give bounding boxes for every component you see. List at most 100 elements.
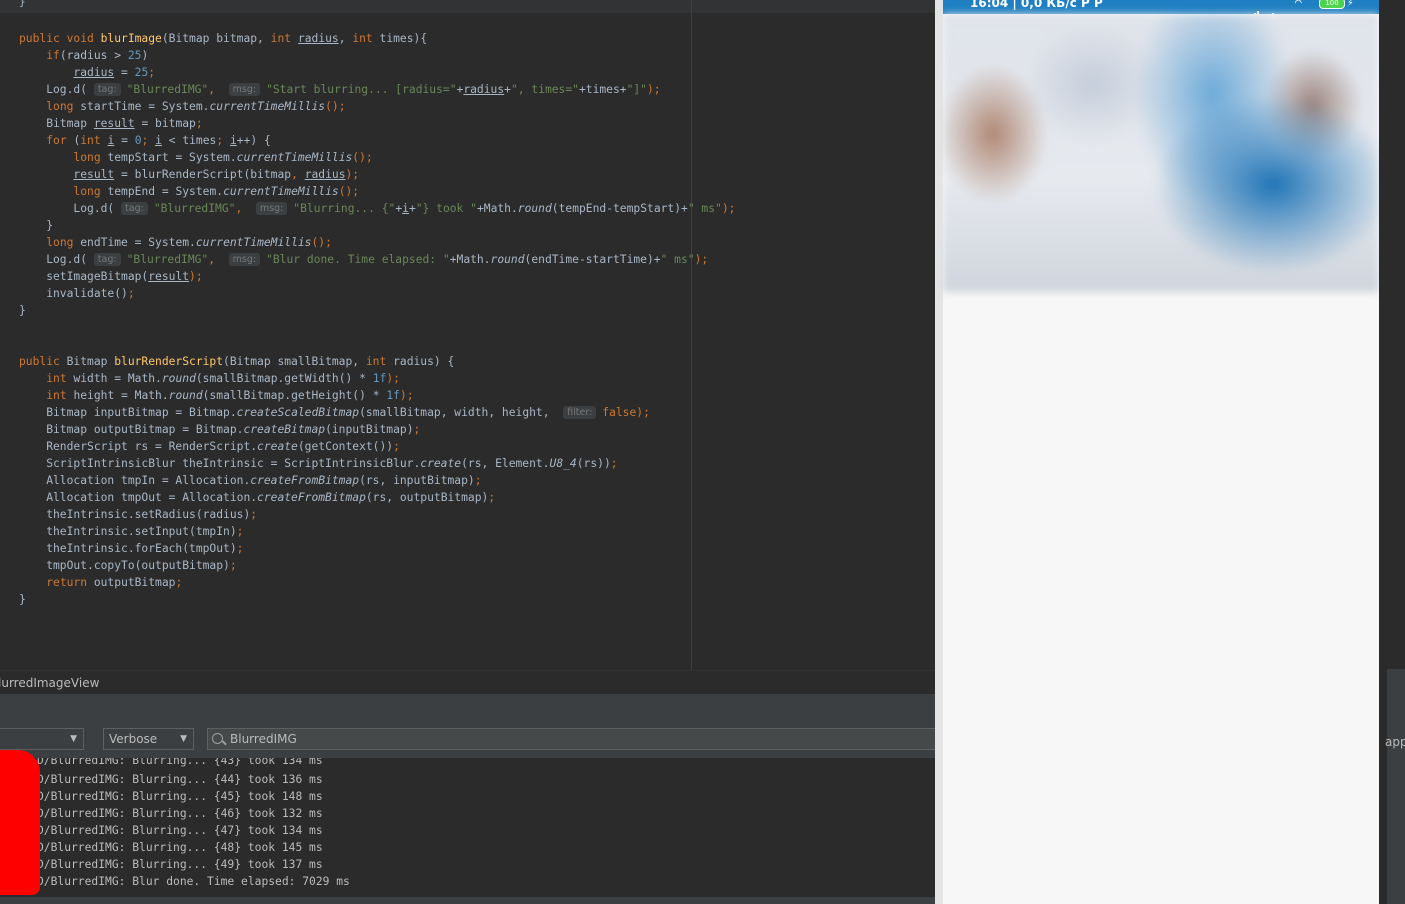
- status-bar: 16:04 | 0,0 КБ/с P P ◠ 100 ⚡: [943, 0, 1379, 20]
- log-level-select[interactable]: Verbose ▼: [103, 728, 194, 750]
- code-line: RenderScript rs = RenderScript.create(ge…: [19, 438, 400, 455]
- code-token: false: [602, 406, 637, 419]
- code-token: currentTimeMillis: [236, 151, 353, 164]
- code-token: ;: [195, 117, 203, 130]
- code-token: "BlurredIMG": [126, 253, 209, 266]
- code-token: int: [80, 134, 108, 147]
- code-line: }: [19, 217, 53, 234]
- code-token: RenderScript rs = RenderScript.: [19, 440, 258, 453]
- code-token: ScriptIntrinsicBlur theIntrinsic = Scrip…: [19, 457, 421, 470]
- code-token: ();: [311, 236, 332, 249]
- code-token: ;: [393, 440, 400, 453]
- code-token: ,: [208, 83, 229, 96]
- right-panel-label[interactable]: app: [1385, 735, 1405, 749]
- code-token: width = Math.: [73, 372, 162, 385]
- code-token: (rs, outputBitmap): [365, 491, 489, 504]
- right-tool-strip: app: [1379, 0, 1405, 904]
- code-token: (smallBitmap, width, height,: [359, 406, 564, 419]
- code-token: (rs, Element.: [461, 457, 550, 470]
- code-token: (Bitmap smallBitmap,: [223, 355, 366, 368]
- log-line: D/BlurredIMG: Blurring... {43} took 134 …: [37, 758, 323, 767]
- code-line: radius = 25;: [19, 64, 155, 81]
- code-token: Allocation tmpOut = Allocation.: [19, 491, 258, 504]
- code-token: (endTime-startTime)+: [524, 253, 661, 266]
- status-time-text: 16:04 | 0,0 КБ/с: [970, 0, 1077, 10]
- code-token: int: [365, 355, 394, 368]
- code-line: Allocation tmpOut = Allocation.createFro…: [19, 489, 495, 506]
- code-token: }: [19, 219, 54, 232]
- code-token: = bitmap: [134, 117, 196, 130]
- code-token: i: [155, 134, 162, 147]
- redaction-mark: [0, 750, 40, 895]
- parameter-hint: filter:: [563, 406, 597, 419]
- chevron-down-icon: ▼: [180, 734, 187, 744]
- code-token: blurImage: [100, 32, 162, 45]
- code-token: (inputBitmap): [325, 423, 414, 436]
- code-token: "BlurredIMG": [153, 202, 236, 215]
- code-token: 1f: [372, 372, 387, 385]
- logcat-output[interactable]: D/BlurredIMG: Blurring... {43} took 134 …: [0, 758, 935, 904]
- code-editor[interactable]: } public void blurImage(Bitmap bitmap, i…: [0, 0, 935, 670]
- code-token: }: [19, 593, 26, 606]
- code-token: long: [46, 100, 81, 113]
- blurred-image-view: [943, 14, 1379, 292]
- code-line: Allocation tmpIn = Allocation.createFrom…: [19, 472, 481, 489]
- code-token: int: [46, 372, 74, 385]
- code-line: Log.d( tag: "BlurredIMG", msg: "Blurring..…: [19, 200, 735, 217]
- tool-window-header: [0, 694, 935, 718]
- code-token: +Math.: [476, 202, 518, 215]
- code-token: );: [694, 253, 709, 266]
- code-token: round: [168, 389, 203, 402]
- code-token: (Bitmap bitmap,: [161, 32, 271, 45]
- code-line: public void blurImage(Bitmap bitmap, int…: [19, 30, 427, 47]
- code-token: ();: [338, 185, 360, 198]
- parameter-hint: msg:: [228, 253, 261, 266]
- code-token: ++) {: [236, 134, 271, 147]
- code-token: invalidate(): [19, 287, 128, 300]
- parameter-hint: tag:: [121, 202, 148, 215]
- code-token: " ms": [687, 202, 722, 215]
- logcat-search-input[interactable]: BlurredIMG: [207, 728, 947, 750]
- breadcrumb[interactable]: lurredImageView: [0, 670, 935, 695]
- code-line: theIntrinsic.setInput(tmpIn);: [19, 523, 243, 540]
- code-line: Bitmap outputBitmap = Bitmap.createBitma…: [19, 421, 420, 438]
- code-token: outputBitmap: [93, 576, 176, 589]
- code-token: +times+: [578, 83, 627, 96]
- emulator-bezel: [935, 0, 943, 904]
- code-line: invalidate();: [19, 285, 134, 302]
- code-token: +: [408, 202, 416, 215]
- code-token: "BlurredIMG": [126, 83, 209, 96]
- code-line: long tempEnd = System.currentTimeMillis(…: [19, 183, 359, 200]
- code-token: }: [19, 304, 26, 317]
- code-token: );: [721, 202, 736, 215]
- code-token: tempEnd = System.: [107, 185, 224, 198]
- code-token: int: [46, 389, 74, 402]
- bottom-border: [0, 897, 935, 904]
- code-token: ;: [141, 134, 156, 147]
- code-token: return: [46, 576, 94, 589]
- code-token: ();: [325, 100, 346, 113]
- logcat-toolbar: ▼ Verbose ▼ BlurredIMG: [0, 718, 947, 758]
- code-line: public Bitmap blurRenderScript(Bitmap sm…: [19, 353, 454, 370]
- code-line: result = blurRenderScript(bitmap, radius…: [19, 166, 359, 183]
- code-token: "Blur done. Time elapsed: ": [266, 253, 450, 266]
- device-select[interactable]: ▼: [0, 728, 84, 750]
- code-token: (rs, inputBitmap): [359, 474, 475, 487]
- code-line: ScriptIntrinsicBlur theIntrinsic = Scrip…: [19, 455, 617, 472]
- code-token: radius: [463, 83, 505, 96]
- parameter-hint: tag:: [93, 83, 121, 96]
- code-line: tmpOut.copyTo(outputBitmap);: [19, 557, 236, 574]
- code-token: if: [46, 49, 60, 62]
- code-token: (smallBitmap.getWidth() *: [195, 372, 373, 385]
- code-token: createFromBitmap: [250, 474, 360, 487]
- code-token: i: [402, 202, 409, 215]
- log-line: D/BlurredIMG: Blurring... {49} took 137 …: [37, 858, 323, 871]
- emulator-screen[interactable]: 16:04 | 0,0 КБ/с P P ◠ 100 ⚡: [935, 0, 1379, 904]
- code-token: ,: [235, 202, 256, 215]
- code-line: Bitmap inputBitmap = Bitmap.createScaled…: [19, 404, 650, 421]
